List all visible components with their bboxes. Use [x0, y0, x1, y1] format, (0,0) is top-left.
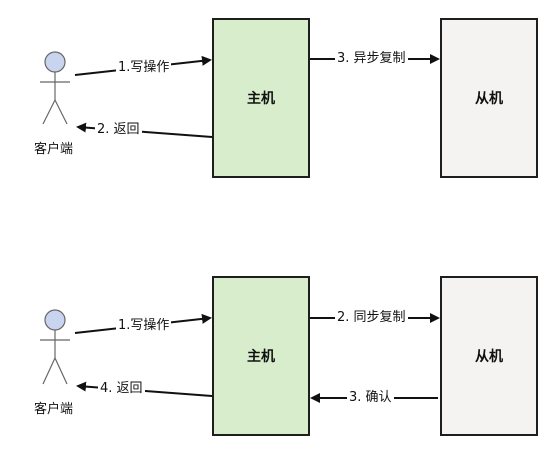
actor-head [44, 309, 66, 331]
actor-leg-left [42, 357, 56, 385]
arrow-label-write-1: 1.写操作 [116, 60, 172, 76]
master-box-2: 主机 [212, 276, 310, 436]
client-actor-1 [40, 51, 70, 125]
arrow-label-replicate-1: 3. 异步复制 [335, 51, 408, 67]
client-label-2: 客户端 [34, 402, 74, 417]
actor-leg-left [42, 99, 56, 125]
master-box-1: 主机 [212, 18, 310, 178]
slave-box-1: 从机 [440, 18, 538, 178]
slave-label: 从机 [475, 91, 503, 107]
actor-leg-right [54, 357, 68, 385]
client-actor-2 [40, 309, 70, 385]
client-label-1: 客户端 [34, 142, 74, 157]
arrow-label-return-1: 2. 返回 [95, 122, 142, 138]
actor-leg-right [54, 99, 68, 125]
slave-box-2: 从机 [440, 276, 538, 436]
master-label: 主机 [247, 349, 275, 365]
arrow-label-write-2: 1.写操作 [116, 318, 172, 334]
arrow-label-replicate-2: 2. 同步复制 [335, 310, 408, 326]
slave-label: 从机 [475, 349, 503, 365]
master-label: 主机 [247, 91, 275, 107]
arrow-label-return-2: 4. 返回 [98, 381, 145, 397]
actor-head [44, 51, 66, 73]
arrow-label-confirm-2: 3. 确认 [347, 390, 394, 406]
